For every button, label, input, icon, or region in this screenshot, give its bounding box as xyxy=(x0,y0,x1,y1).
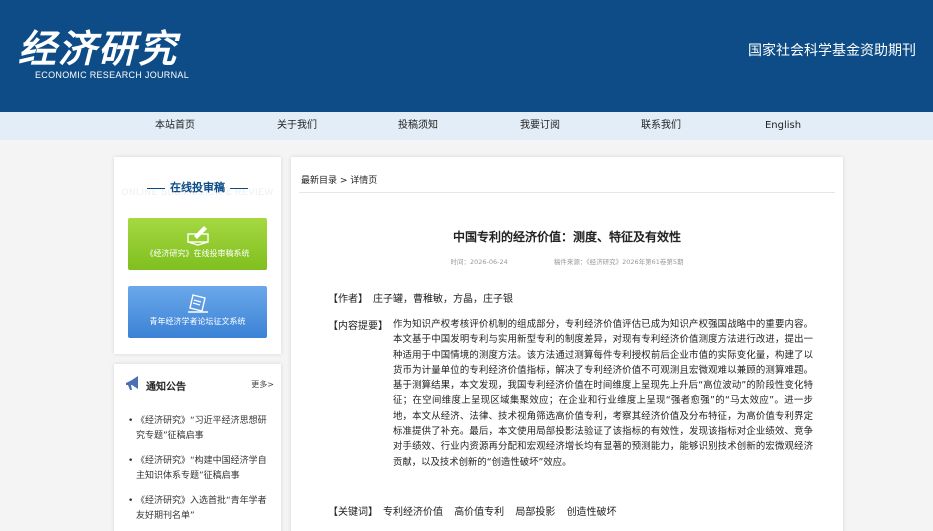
logo[interactable]: 经济研究 xyxy=(18,18,178,73)
submission-title-wrap: 在线投审稿 xyxy=(114,179,281,195)
article-time: 时间：2026-06-24 xyxy=(450,258,508,266)
authors-label: 【作者】 xyxy=(328,294,368,305)
article-meta: 时间：2026-06-24 稿件来源：《经济研究》2026年第61卷第5期 xyxy=(291,256,843,266)
notice-item[interactable]: 《经济研究》“构建中国经济学自主知识体系专题”征稿启事 xyxy=(128,454,270,484)
nav-about[interactable]: 关于我们 xyxy=(277,112,317,140)
online-submission-panel: ONLINE SUBMISSION & REVIEW 在线投审稿 《经济研究》在… xyxy=(114,157,281,354)
nav-contact[interactable]: 联系我们 xyxy=(641,112,681,140)
breadcrumb[interactable]: 最新目录 > 详情页 xyxy=(301,173,377,186)
article-panel: 最新目录 > 详情页 中国专利的经济价值：测度、特征及有效性 时间：2026-0… xyxy=(291,157,843,531)
site-header: 经济研究 ECONOMIC RESEARCH JOURNAL 国家社会科学基金资… xyxy=(0,0,933,112)
book-pen-icon xyxy=(186,226,209,246)
notice-item[interactable]: 《经济研究》入选首批“青年学者友好期刊名单” xyxy=(128,494,270,524)
notice-header: 通知公告 更多> xyxy=(124,374,274,396)
notice-item[interactable]: 《经济研究》“习近平经济思想研究专题”征稿启事 xyxy=(128,414,270,444)
keyword[interactable]: 创造性破坏 xyxy=(567,507,617,518)
title-rule-right xyxy=(230,187,248,189)
nav-english[interactable]: English xyxy=(765,112,801,140)
keyword[interactable]: 局部投影 xyxy=(515,507,555,518)
breadcrumb-divider xyxy=(299,192,835,193)
keywords-label: 【关键词】 xyxy=(328,507,378,518)
notice-title: 通知公告 xyxy=(146,382,186,393)
logo-subtitle: ECONOMIC RESEARCH JOURNAL xyxy=(35,70,190,80)
abstract-label: 【内容提要】 xyxy=(328,321,388,332)
youth-forum-system-button[interactable]: 青年经济学者论坛征文系统 xyxy=(128,286,267,338)
keyword[interactable]: 高价值专利 xyxy=(454,507,504,518)
nav-subscribe[interactable]: 我要订阅 xyxy=(520,112,560,140)
article-abstract: 作为知识产权考核评价机制的组成部分，专利经济价值评估已成为知识产权强国战略中的重… xyxy=(393,319,813,468)
notice-panel: 通知公告 更多> 《经济研究》“习近平经济思想研究专题”征稿启事 《经济研究》“… xyxy=(114,364,281,531)
nav-submission-guide[interactable]: 投稿须知 xyxy=(398,112,438,140)
header-slogan: 国家社会科学基金资助期刊 xyxy=(748,43,916,59)
nav-home[interactable]: 本站首页 xyxy=(155,112,195,140)
article-source: 稿件来源：《经济研究》2026年第61卷第5期 xyxy=(553,258,684,266)
submission-system-button[interactable]: 《经济研究》在线投审稿系统 xyxy=(128,218,267,270)
main-nav: 本站首页 关于我们 投稿须知 我要订阅 联系我们 English xyxy=(0,112,933,140)
article-title: 中国专利的经济价值：测度、特征及有效性 xyxy=(452,230,681,244)
title-rule-left xyxy=(147,187,165,189)
submission-system-label: 《经济研究》在线投审稿系统 xyxy=(145,249,250,258)
youth-forum-system-label: 青年经济学者论坛征文系统 xyxy=(149,317,246,326)
document-icon xyxy=(187,294,208,313)
article-authors: 庄子罐，曹稚敏，方晶，庄子银 xyxy=(373,294,513,305)
megaphone-icon xyxy=(126,376,138,390)
article-keywords: 专利经济价值 高价值专利 局部投影 创造性破坏 xyxy=(383,503,625,518)
submission-title: 在线投审稿 xyxy=(170,181,225,194)
notice-more-link[interactable]: 更多> xyxy=(251,379,274,390)
keyword[interactable]: 专利经济价值 xyxy=(383,507,443,518)
notice-list: 《经济研究》“习近平经济思想研究专题”征稿启事 《经济研究》“构建中国经济学自主… xyxy=(128,414,270,531)
